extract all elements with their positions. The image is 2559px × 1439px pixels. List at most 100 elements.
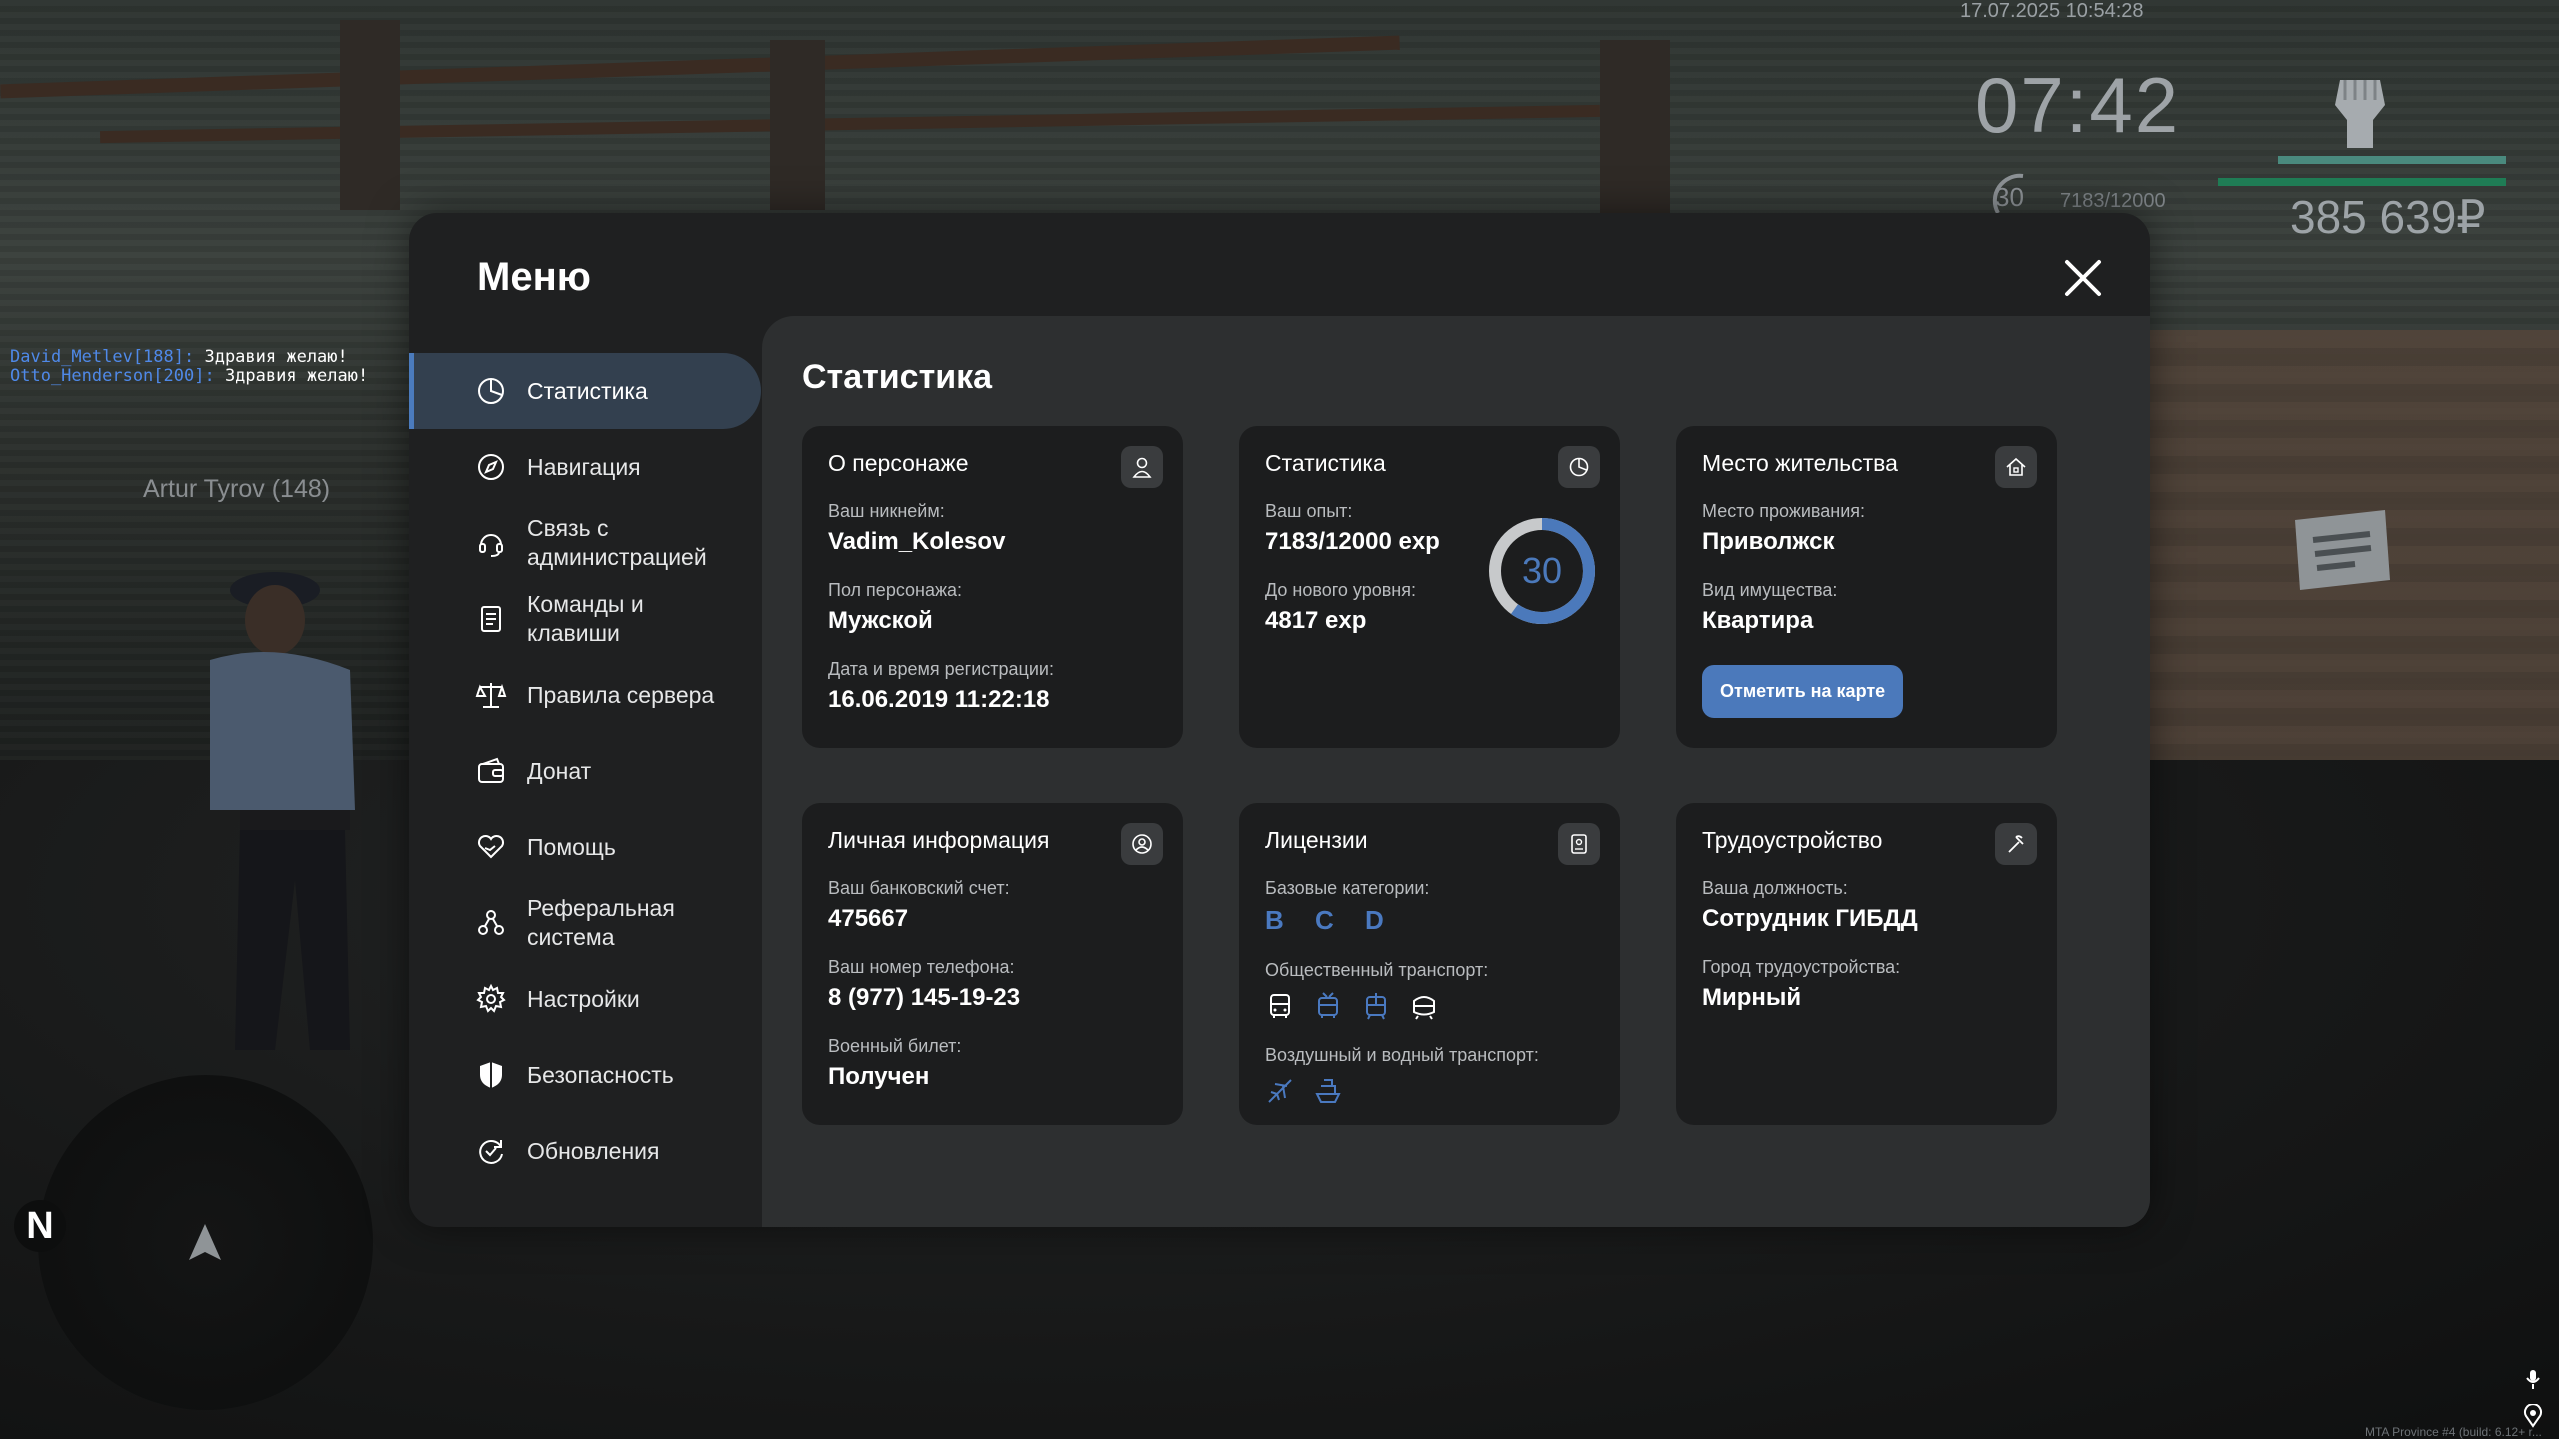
trolleybus-icon bbox=[1318, 992, 1338, 1018]
level-progress-ring: 30 bbox=[1489, 518, 1595, 624]
player-nametag: Artur Tyrov (148) bbox=[143, 475, 331, 503]
build-info: MTA Province #4 (build: 6.12+ r... bbox=[2365, 1425, 2542, 1439]
card-icon-box bbox=[1558, 446, 1600, 488]
card-title: Трудоустройство bbox=[1702, 827, 1883, 853]
card-character: О персонаже Ваш никнейм: Vadim_Kolesov П… bbox=[802, 426, 1183, 748]
card-residence: Место жительства Место проживания: Приво… bbox=[1676, 426, 2057, 748]
microphone-icon bbox=[2526, 1370, 2540, 1389]
user-circle-icon bbox=[1132, 834, 1152, 854]
sidebar-item-navigation[interactable]: Навигация bbox=[409, 429, 761, 505]
armor-bar bbox=[2218, 178, 2506, 186]
bus-icon bbox=[1270, 994, 1290, 1018]
field-label: Ваш номер телефона: bbox=[828, 957, 1015, 977]
card-icon-box bbox=[1558, 823, 1600, 865]
bank-account-value: 475667 bbox=[828, 905, 909, 932]
sidebar-item-donate[interactable]: Донат bbox=[409, 733, 761, 809]
sidebar-item-label: Команды и клавиши bbox=[527, 591, 644, 646]
chat-box: David_Metlev[188]: Здравия желаю! Otto_H… bbox=[10, 348, 368, 386]
card-statistics: Статистика Ваш опыт: 7183/12000 exp До н… bbox=[1239, 426, 1620, 748]
phone-value: 8 (977) 145-19-23 bbox=[828, 984, 1021, 1011]
sidebar-item-updates[interactable]: Обновления bbox=[409, 1113, 761, 1189]
field-label: Воздушный и водный транспорт: bbox=[1265, 1045, 1539, 1065]
field-label: Пол персонажа: bbox=[828, 580, 963, 600]
notepad-icon bbox=[2295, 510, 2390, 590]
chat-line: Otto_Henderson[200]: Здравия желаю! bbox=[10, 367, 368, 386]
hud-clock: 07:42 bbox=[1975, 61, 2181, 149]
health-bar bbox=[2278, 156, 2506, 164]
property-value: Квартира bbox=[1702, 607, 1814, 634]
tram-icon bbox=[1366, 993, 1386, 1020]
shield-icon bbox=[480, 1062, 502, 1088]
section-title: Статистика bbox=[802, 358, 993, 396]
sidebar-item-commands[interactable]: Команды и клавиши bbox=[409, 581, 761, 657]
job-city-value: Мирный bbox=[1702, 984, 1802, 1011]
field-label: Ваша должность: bbox=[1702, 878, 1848, 898]
pie-chart-icon bbox=[1569, 457, 1589, 477]
card-icon-box bbox=[1995, 823, 2037, 865]
job-position-value: Сотрудник ГИБДД bbox=[1702, 905, 1918, 932]
boat-icon bbox=[1315, 1079, 1341, 1103]
fist-icon bbox=[2335, 80, 2385, 148]
card-personal-info: Личная информация Ваш банковский счет: 4… bbox=[802, 803, 1183, 1125]
field-label: Ваш никнейм: bbox=[828, 501, 945, 521]
id-card-icon bbox=[1571, 834, 1587, 854]
sidebar-item-settings[interactable]: Настройки bbox=[409, 961, 761, 1037]
registration-value: 16.06.2019 11:22:18 bbox=[828, 686, 1050, 713]
hammer-icon bbox=[2008, 835, 2024, 853]
player-arrow-icon bbox=[189, 1224, 221, 1260]
metro-icon bbox=[1413, 996, 1435, 1020]
field-label: Город трудоустройства: bbox=[1702, 957, 1901, 977]
house-icon bbox=[2006, 457, 2026, 476]
mark-on-map-button[interactable]: Отметить на карте bbox=[1702, 665, 1904, 718]
air-water-transport-icons bbox=[1265, 1076, 1594, 1106]
sidebar-item-label: Безопасность bbox=[527, 1061, 674, 1088]
card-title: Лицензии bbox=[1265, 827, 1368, 853]
headset-icon bbox=[479, 534, 503, 557]
hud-exp: 7183/12000 bbox=[2060, 190, 2166, 212]
sidebar-item-help[interactable]: Помощь bbox=[409, 809, 761, 885]
field-label: Место проживания: bbox=[1702, 501, 1866, 521]
field-label: Вид имущества: bbox=[1702, 580, 1838, 600]
roof-pillar bbox=[340, 20, 400, 210]
card-icon-box bbox=[1121, 446, 1163, 488]
roof-pillar bbox=[1600, 40, 1670, 220]
sidebar-item-rules[interactable]: Правила сервера bbox=[409, 657, 761, 733]
field-label: Дата и время регистрации: bbox=[828, 659, 1054, 679]
hud-datetime: 17.07.2025 10:54:28 bbox=[1960, 0, 2144, 22]
user-icon bbox=[1132, 457, 1152, 478]
sidebar-item-referral[interactable]: Реферальная система bbox=[409, 885, 761, 961]
sidebar-item-label: Навигация bbox=[527, 453, 641, 480]
sidebar-item-security[interactable]: Безопасность bbox=[409, 1037, 761, 1113]
close-button[interactable] bbox=[2061, 256, 2105, 300]
card-title: Личная информация bbox=[828, 827, 1050, 853]
field-label: Общественный транспорт: bbox=[1265, 960, 1489, 980]
hud-money: 385 639₽ bbox=[2290, 191, 2486, 243]
public-transport-icons bbox=[1265, 991, 1594, 1021]
sidebar-item-label: Связь с администрацией bbox=[527, 515, 707, 570]
card-title: О персонаже bbox=[828, 450, 969, 476]
refresh-check-icon bbox=[479, 1140, 503, 1164]
content-panel: Статистика О персонаже Ваш никнейм: Vadi… bbox=[762, 316, 2150, 1227]
field-label: Ваш банковский счет: bbox=[828, 878, 1010, 898]
card-licenses: Лицензии Базовые категории: B C D Общест… bbox=[1239, 803, 1620, 1125]
license-categories: B C D bbox=[1265, 905, 1396, 935]
gear-icon bbox=[476, 983, 506, 1013]
heart-hand-icon bbox=[477, 834, 505, 859]
chat-nick: David_Metlev[188]: bbox=[10, 347, 195, 367]
field-label: Базовые категории: bbox=[1265, 878, 1430, 898]
menu-sidebar: Статистика Навигация Связь с администрац… bbox=[409, 353, 761, 1189]
sidebar-item-label: Статистика bbox=[527, 377, 648, 404]
plane-icon bbox=[1268, 1079, 1292, 1103]
field-label: Военный билет: bbox=[828, 1036, 962, 1056]
chat-nick: Otto_Henderson[200]: bbox=[10, 366, 215, 386]
wallet-icon bbox=[478, 757, 504, 783]
sidebar-item-label: Реферальная система bbox=[527, 895, 675, 950]
card-title: Место жительства bbox=[1702, 450, 1898, 476]
sidebar-item-label: Помощь bbox=[527, 833, 616, 860]
sidebar-item-label: Обновления bbox=[527, 1137, 660, 1164]
military-id-value: Получен bbox=[828, 1063, 930, 1090]
sidebar-item-statistics[interactable]: Статистика bbox=[409, 353, 761, 429]
card-icon-box bbox=[1995, 446, 2037, 488]
sidebar-item-label: Правила сервера bbox=[527, 681, 715, 708]
sidebar-item-admin-contact[interactable]: Связь с администрацией bbox=[409, 505, 761, 581]
